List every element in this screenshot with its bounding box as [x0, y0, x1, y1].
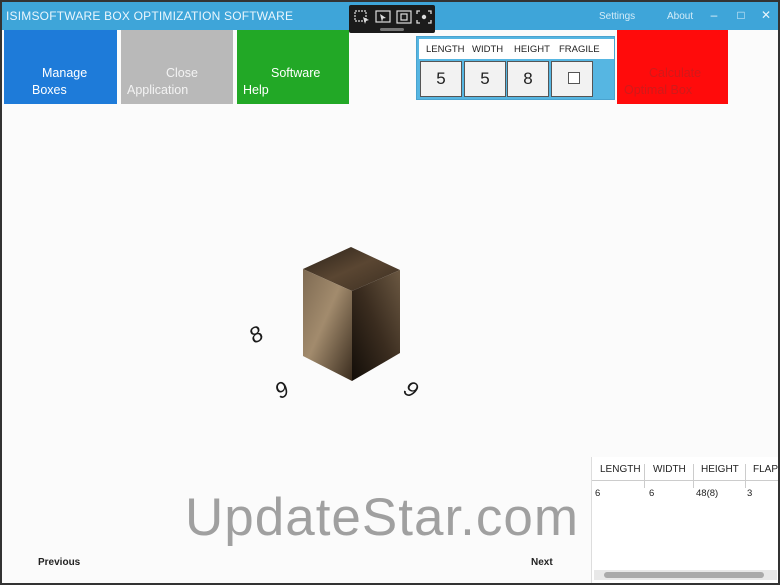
horizontal-scrollbar[interactable] — [594, 570, 777, 580]
capture-region-icon[interactable] — [416, 10, 432, 24]
select-region-icon[interactable] — [354, 10, 370, 24]
fragile-checkbox[interactable] — [568, 72, 580, 84]
window-title: ISIMSOFTWARE BOX OPTIMIZATION SOFTWARE — [6, 9, 294, 23]
close-application-label-2: Application — [127, 83, 189, 97]
pointer-window-icon[interactable] — [375, 10, 391, 24]
results-height-header[interactable]: HEIGHT — [701, 464, 739, 475]
table-row[interactable]: 6 6 48(8) 3 — [592, 485, 778, 501]
manage-boxes-label-2: Boxes — [32, 83, 67, 97]
results-header: LENGTH WIDTH HEIGHT FLAP — [592, 457, 778, 488]
dimensions-header: LENGTH WIDTH HEIGHT FRAGILE — [419, 39, 614, 59]
row-flap: 3 — [747, 488, 753, 499]
watermark-text: UpdateStar.com — [185, 488, 580, 547]
row-width: 6 — [649, 488, 655, 499]
maximize-button[interactable]: □ — [733, 7, 749, 23]
close-window-button[interactable]: ✕ — [758, 7, 774, 23]
toolbar-drag-handle[interactable] — [380, 28, 404, 31]
app-window: ISIMSOFTWARE BOX OPTIMIZATION SOFTWARE S… — [0, 0, 780, 585]
next-button[interactable]: Next — [531, 557, 553, 568]
results-width-header[interactable]: WIDTH — [653, 464, 686, 475]
row-length: 6 — [595, 488, 601, 499]
capture-toolbar — [349, 5, 435, 33]
fragile-header: FRAGILE — [559, 44, 600, 55]
height-input[interactable]: 8 — [507, 61, 549, 97]
length-input[interactable]: 5 — [420, 61, 462, 97]
results-table: LENGTH WIDTH HEIGHT FLAP 6 6 48(8) 3 — [591, 457, 778, 583]
about-link[interactable]: About — [667, 11, 693, 22]
3d-viewport[interactable]: 8 6 6 — [4, 104, 778, 460]
width-header: WIDTH — [472, 44, 504, 55]
close-application-button[interactable]: Close Application — [121, 30, 233, 104]
software-help-button[interactable]: Software Help — [237, 30, 349, 104]
box-3d-render — [303, 247, 400, 381]
width-input[interactable]: 5 — [464, 61, 506, 97]
results-length-header[interactable]: LENGTH — [600, 464, 641, 475]
software-help-label-1: Software — [271, 66, 321, 80]
results-flap-header[interactable]: FLAP — [753, 464, 778, 475]
manage-boxes-button[interactable]: Manage Boxes — [4, 30, 117, 104]
dimensions-panel: LENGTH WIDTH HEIGHT FRAGILE 5 5 8 — [416, 36, 615, 100]
scrollbar-thumb[interactable] — [604, 572, 764, 578]
calculate-label-1: Calculate — [649, 66, 702, 80]
fullscreen-icon[interactable] — [396, 10, 412, 24]
settings-link[interactable]: Settings — [599, 11, 635, 22]
row-height: 48(8) — [696, 488, 719, 499]
length-header: LENGTH — [426, 44, 465, 55]
manage-boxes-label-1: Manage — [42, 66, 88, 80]
minimize-button[interactable]: – — [706, 7, 722, 23]
previous-button[interactable]: Previous — [38, 557, 80, 568]
calculate-label-2: Optimal Box — [624, 83, 693, 97]
calculate-optimal-box-button[interactable]: Calculate Optimal Box — [617, 30, 728, 104]
height-header: HEIGHT — [514, 44, 550, 55]
close-application-label-1: Close — [166, 66, 198, 80]
software-help-label-2: Help — [243, 83, 269, 97]
